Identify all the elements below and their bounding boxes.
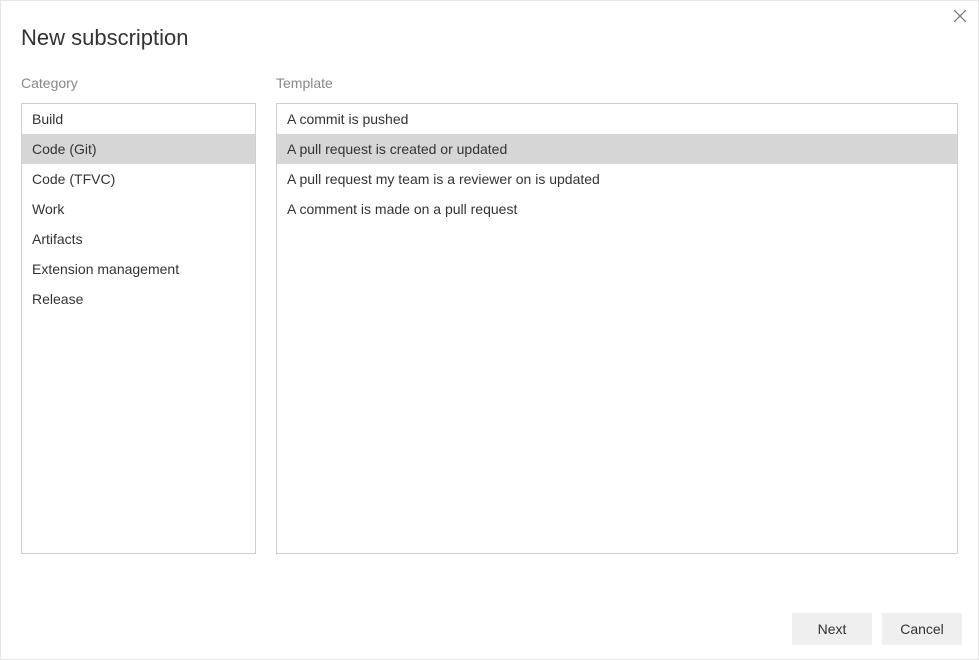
category-item-work[interactable]: Work xyxy=(22,194,255,224)
cancel-button[interactable]: Cancel xyxy=(882,613,962,645)
template-list[interactable]: A commit is pushed A pull request is cre… xyxy=(276,103,958,554)
content-area: Category Build Code (Git) Code (TFVC) Wo… xyxy=(1,51,978,554)
category-item-code-tfvc[interactable]: Code (TFVC) xyxy=(22,164,255,194)
category-item-extension-management[interactable]: Extension management xyxy=(22,254,255,284)
close-button[interactable] xyxy=(950,7,970,27)
category-item-release[interactable]: Release xyxy=(22,284,255,314)
category-list[interactable]: Build Code (Git) Code (TFVC) Work Artifa… xyxy=(21,103,256,554)
template-item-pr-team-reviewer[interactable]: A pull request my team is a reviewer on … xyxy=(277,164,957,194)
category-label: Category xyxy=(21,75,256,91)
template-item-commit-pushed[interactable]: A commit is pushed xyxy=(277,104,957,134)
dialog-title: New subscription xyxy=(1,1,978,51)
template-item-pr-created-updated[interactable]: A pull request is created or updated xyxy=(277,134,957,164)
template-column: Template A commit is pushed A pull reque… xyxy=(276,75,958,554)
category-item-build[interactable]: Build xyxy=(22,104,255,134)
category-item-code-git[interactable]: Code (Git) xyxy=(22,134,255,164)
template-label: Template xyxy=(276,75,958,91)
close-icon xyxy=(953,9,967,26)
category-item-artifacts[interactable]: Artifacts xyxy=(22,224,255,254)
category-column: Category Build Code (Git) Code (TFVC) Wo… xyxy=(21,75,256,554)
dialog-footer: Next Cancel xyxy=(792,613,962,645)
template-item-pr-comment[interactable]: A comment is made on a pull request xyxy=(277,194,957,224)
next-button[interactable]: Next xyxy=(792,613,872,645)
